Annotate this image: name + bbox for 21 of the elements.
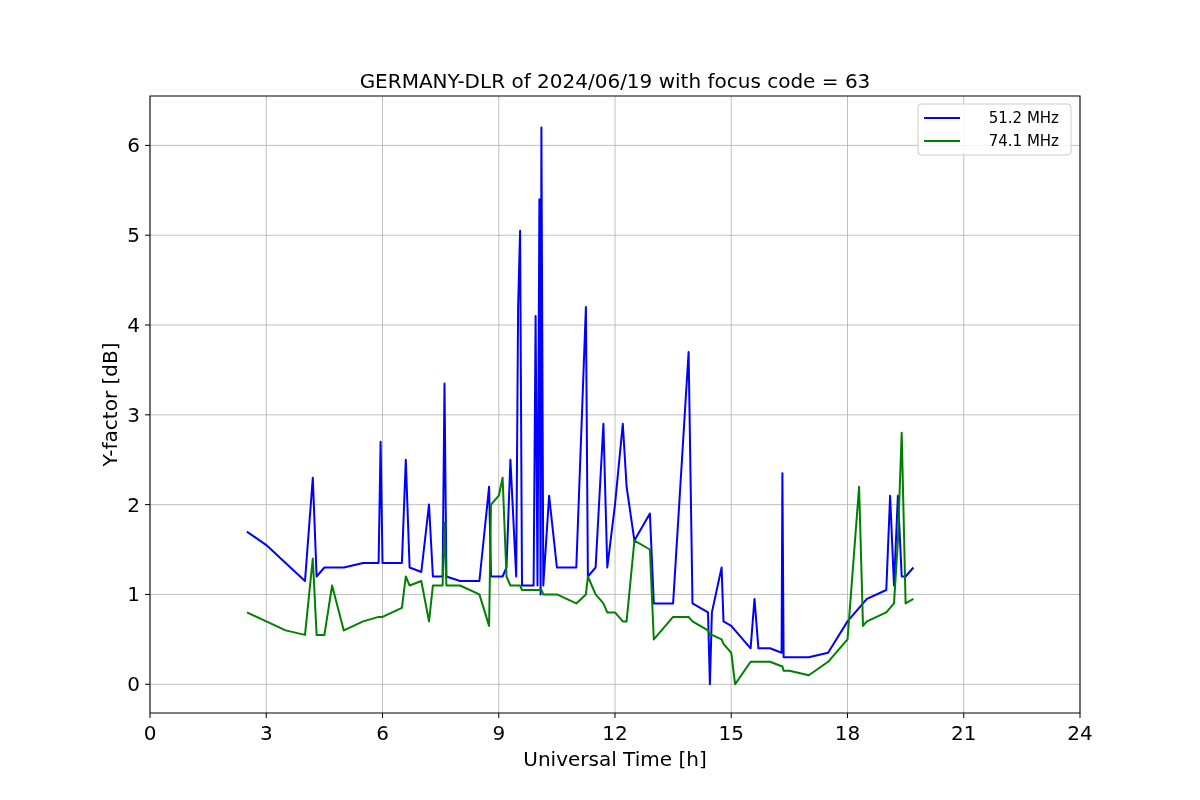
x-axis-label: Universal Time [h] bbox=[523, 747, 707, 771]
tick-label: 3 bbox=[127, 402, 140, 427]
tick-label: 6 bbox=[376, 721, 389, 745]
tick-label: 0 bbox=[143, 721, 157, 745]
tick-label: 18 bbox=[834, 721, 861, 745]
chart-title: GERMANY-DLR of 2024/06/19 with focus code = 63 bbox=[359, 69, 871, 93]
legend-label: 51.2 MHz bbox=[988, 109, 1059, 127]
tick-label: 5 bbox=[127, 223, 140, 248]
tick-label: 21 bbox=[951, 721, 977, 745]
tick-label: 4 bbox=[127, 313, 140, 337]
tick-label: 24 bbox=[1067, 721, 1093, 745]
tick-label: 0 bbox=[127, 672, 140, 697]
tick-label: 12 bbox=[602, 721, 628, 745]
tick-label: 9 bbox=[492, 721, 506, 745]
tick-label: 2 bbox=[127, 492, 140, 517]
tick-label: 1 bbox=[127, 582, 140, 607]
tick-label: 15 bbox=[718, 721, 744, 745]
tick-label: 6 bbox=[127, 133, 140, 158]
tick-label: 3 bbox=[259, 721, 273, 745]
y-axis-label: Y-factor [dB] bbox=[98, 342, 122, 467]
legend-label: 74.1 MHz bbox=[988, 132, 1059, 150]
